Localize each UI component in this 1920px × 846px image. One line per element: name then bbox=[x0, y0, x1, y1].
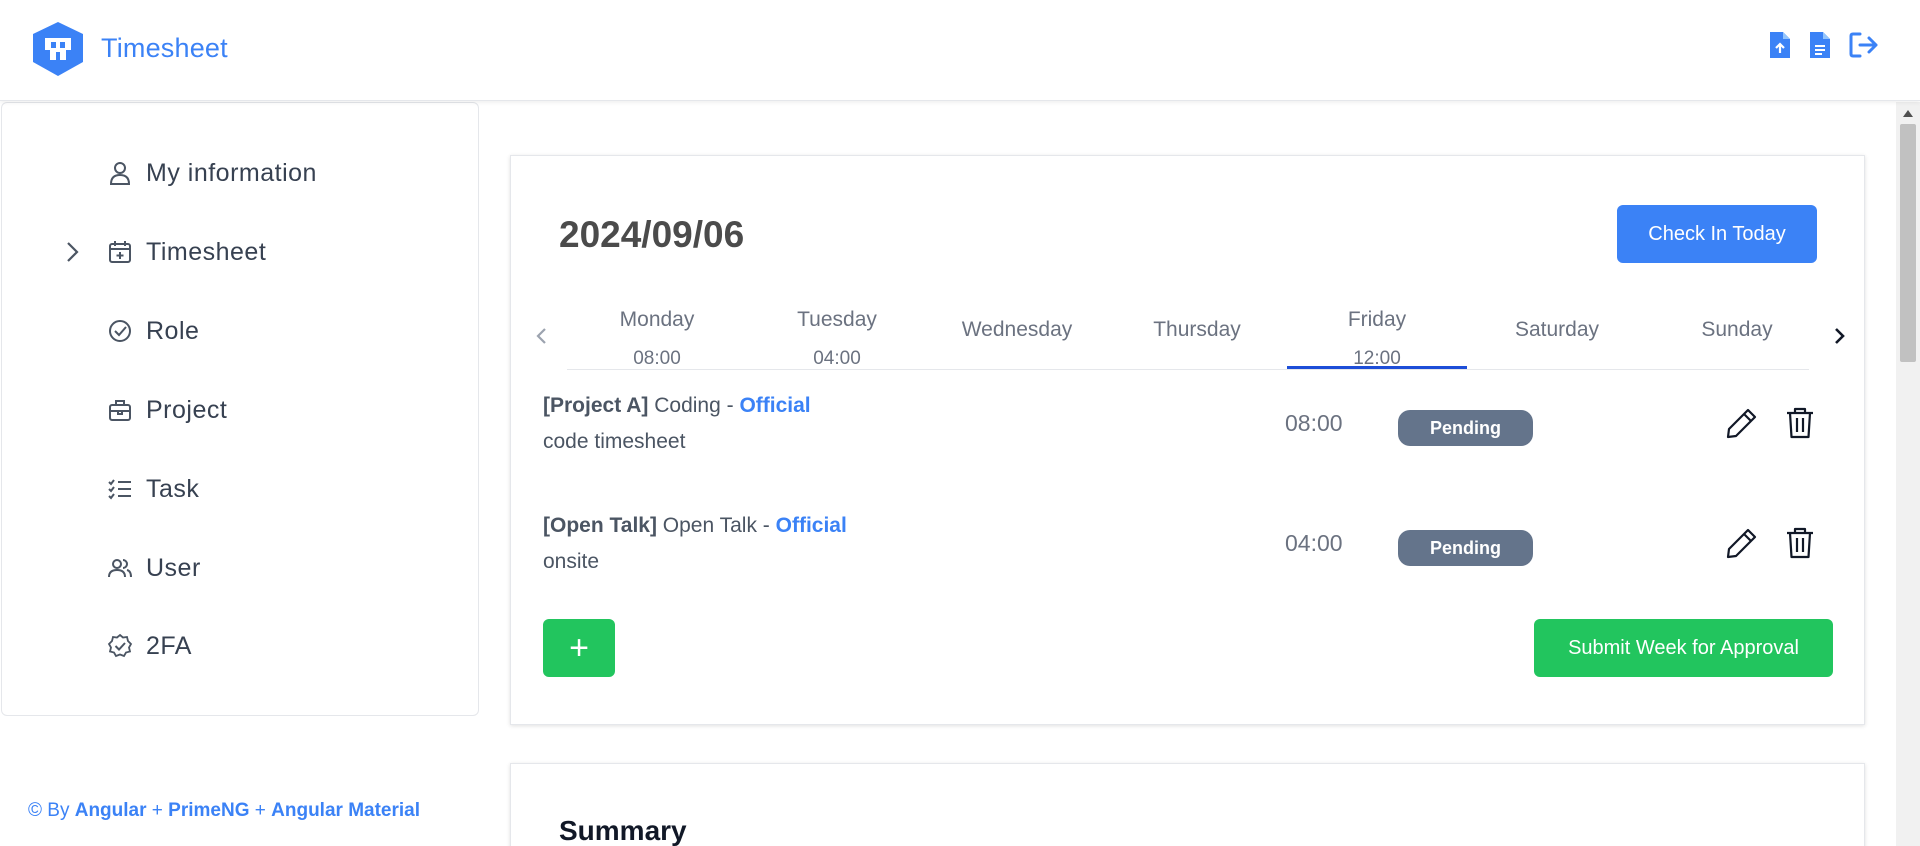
file-text-icon[interactable] bbox=[1808, 30, 1836, 62]
file-upload-icon[interactable] bbox=[1768, 30, 1796, 62]
timesheet-card: 2024/09/06 Check In Today Monday 08:00 T… bbox=[510, 155, 1865, 725]
entry-task: Open Talk - bbox=[656, 514, 776, 537]
status-badge: Pending bbox=[1398, 410, 1533, 446]
tab-thursday[interactable]: Thursday bbox=[1107, 296, 1287, 369]
footer-prefix: © By bbox=[28, 800, 75, 821]
entry-note: code timesheet bbox=[543, 430, 686, 453]
scrollbar-thumb[interactable] bbox=[1900, 124, 1916, 362]
sidebar-item-label: User bbox=[146, 553, 201, 582]
sidebar-item-user[interactable]: User bbox=[2, 538, 478, 598]
entry-project: [Project A] bbox=[543, 394, 649, 417]
tab-monday[interactable]: Monday 08:00 bbox=[567, 296, 747, 369]
entry-type: Official bbox=[775, 514, 847, 537]
tab-wednesday[interactable]: Wednesday bbox=[927, 296, 1107, 369]
entry-hours: 04:00 bbox=[1285, 530, 1343, 556]
timesheet-entry: [Open Talk] Open Talk - Official onsite … bbox=[543, 514, 1843, 594]
timesheet-entry: [Project A] Coding - Official code times… bbox=[543, 394, 1843, 474]
trash-icon[interactable] bbox=[1785, 406, 1815, 440]
list-check-icon bbox=[107, 476, 133, 502]
sidebar-item-my-information[interactable]: My information bbox=[2, 143, 478, 203]
sidebar-item-label: Task bbox=[146, 474, 200, 503]
trash-icon[interactable] bbox=[1785, 526, 1815, 560]
tab-friday[interactable]: Friday 12:00 bbox=[1287, 296, 1467, 369]
app-title[interactable]: Timesheet bbox=[101, 33, 228, 64]
entry-note: onsite bbox=[543, 550, 600, 573]
header-actions bbox=[1768, 30, 1880, 62]
sidebar-nav: My information Timesheet Role Project Ta… bbox=[1, 102, 479, 716]
summary-card: Summary bbox=[510, 763, 1865, 846]
summary-title: Summary bbox=[559, 815, 687, 846]
footer-link-primeng[interactable]: PrimeNG bbox=[168, 800, 249, 821]
tab-sunday[interactable]: Sunday bbox=[1647, 296, 1827, 369]
footer-sep: + bbox=[249, 800, 272, 821]
app-logo-icon[interactable] bbox=[30, 20, 86, 78]
sidebar-item-timesheet[interactable]: Timesheet bbox=[2, 222, 478, 282]
day-hours: 04:00 bbox=[813, 348, 861, 369]
entry-project: [Open Talk] bbox=[543, 514, 657, 537]
edit-pencil-icon[interactable] bbox=[1725, 526, 1759, 560]
sidebar-item-label: Timesheet bbox=[146, 237, 267, 266]
day-name: Saturday bbox=[1514, 318, 1600, 341]
sign-out-icon[interactable] bbox=[1848, 30, 1880, 62]
entry-title: [Project A] Coding - Official bbox=[543, 394, 811, 418]
sidebar-item-task[interactable]: Task bbox=[2, 459, 478, 519]
status-badge: Pending bbox=[1398, 530, 1533, 566]
edit-pencil-icon[interactable] bbox=[1725, 406, 1759, 440]
chevron-right-icon[interactable] bbox=[60, 240, 84, 264]
sidebar-item-project[interactable]: Project bbox=[2, 380, 478, 440]
chevron-left-icon[interactable] bbox=[531, 321, 551, 351]
sidebar-item-role[interactable]: Role bbox=[2, 301, 478, 361]
day-name: Friday bbox=[1347, 308, 1407, 331]
sidebar-item-label: My information bbox=[146, 158, 317, 187]
scroll-up-arrow-icon[interactable] bbox=[1903, 110, 1913, 117]
day-name: Wednesday bbox=[961, 318, 1073, 341]
tab-saturday[interactable]: Saturday bbox=[1467, 296, 1647, 369]
day-name: Sunday bbox=[1701, 318, 1773, 341]
entry-title: [Open Talk] Open Talk - Official bbox=[543, 514, 847, 538]
selected-date: 2024/09/06 bbox=[559, 214, 745, 255]
check-circle-icon bbox=[107, 318, 133, 344]
sidebar-item-label: 2FA bbox=[146, 631, 192, 660]
day-hours: 12:00 bbox=[1353, 348, 1401, 369]
day-name: Tuesday bbox=[797, 308, 877, 331]
top-header: Timesheet bbox=[0, 0, 1920, 101]
footer-link-angular-material[interactable]: Angular Material bbox=[271, 800, 420, 821]
day-hours: 08:00 bbox=[633, 348, 681, 369]
verified-badge-icon bbox=[107, 633, 133, 659]
check-in-today-button[interactable]: Check In Today bbox=[1617, 205, 1817, 263]
sidebar-item-label: Role bbox=[146, 316, 200, 345]
day-name: Thursday bbox=[1153, 318, 1241, 341]
sidebar-item-2fa[interactable]: 2FA bbox=[2, 616, 478, 676]
briefcase-icon bbox=[107, 397, 133, 423]
entry-hours: 08:00 bbox=[1285, 410, 1343, 436]
chevron-right-icon[interactable] bbox=[1829, 321, 1851, 351]
submit-week-button[interactable]: Submit Week for Approval bbox=[1534, 619, 1833, 677]
sidebar-item-label: Project bbox=[146, 395, 228, 424]
entry-type: Official bbox=[739, 394, 811, 417]
day-name: Monday bbox=[619, 308, 695, 331]
add-entry-button[interactable]: + bbox=[543, 619, 615, 677]
page-scrollbar[interactable] bbox=[1896, 102, 1920, 846]
calendar-plus-icon bbox=[107, 239, 133, 265]
footer-link-angular[interactable]: Angular bbox=[75, 800, 147, 821]
user-icon bbox=[107, 160, 133, 186]
footer-credit: © By Angular + PrimeNG + Angular Materia… bbox=[28, 800, 420, 822]
footer-sep: + bbox=[146, 800, 169, 821]
tab-tuesday[interactable]: Tuesday 04:00 bbox=[747, 296, 927, 369]
users-icon bbox=[107, 555, 133, 581]
entry-task: Coding - bbox=[648, 394, 740, 417]
